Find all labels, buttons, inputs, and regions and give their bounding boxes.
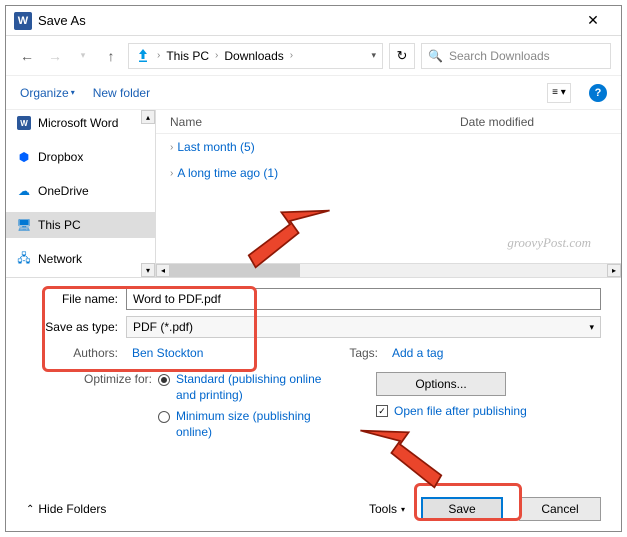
authors-value[interactable]: Ben Stockton: [132, 346, 203, 360]
tags-label: Tags:: [326, 346, 386, 360]
file-name-input[interactable]: [126, 288, 601, 310]
footer: ⌃ Hide Folders Tools ▾ Save Cancel: [6, 487, 621, 531]
refresh-button[interactable]: ↻: [389, 43, 415, 69]
file-list: Name Date modified › Last month (5) › A …: [156, 110, 621, 277]
file-group-last-month[interactable]: › Last month (5): [156, 134, 621, 160]
chevron-down-icon: ▾: [589, 322, 594, 333]
column-date[interactable]: Date modified: [460, 115, 607, 129]
scrollbar-left-button[interactable]: ◂: [156, 264, 170, 277]
chevron-down-icon: ▾: [401, 505, 405, 514]
file-name-label: File name:: [26, 292, 126, 306]
scrollbar-track[interactable]: [170, 264, 607, 277]
scrollbar-up-button[interactable]: ▴: [141, 110, 155, 124]
dropbox-icon: ⬢: [16, 149, 32, 165]
hide-folders-button[interactable]: ⌃ Hide Folders: [26, 502, 106, 516]
authors-label: Authors:: [26, 346, 126, 360]
save-as-dialog: W Save As ✕ ← → ▾ ↑ › This PC › Download…: [5, 5, 622, 532]
breadcrumb-separator-icon: ›: [157, 50, 160, 61]
chevron-right-icon: ›: [170, 142, 173, 153]
breadcrumb-dropdown-icon[interactable]: ▾: [371, 50, 376, 61]
search-input[interactable]: 🔍 Search Downloads: [421, 43, 611, 69]
sidebar-item-thispc[interactable]: 🖥 This PC: [6, 212, 155, 238]
nav-forward-button[interactable]: →: [44, 45, 66, 67]
breadcrumb[interactable]: › This PC › Downloads › ▾: [128, 43, 383, 69]
sidebar-item-word[interactable]: W Microsoft Word: [6, 110, 155, 136]
breadcrumb-separator-icon: ›: [290, 50, 293, 61]
search-icon: 🔍: [428, 49, 443, 63]
form-area: File name: Save as type: PDF (*.pdf) ▾ A…: [6, 278, 621, 450]
column-name[interactable]: Name: [170, 115, 460, 129]
word-icon: W: [14, 12, 32, 30]
chevron-up-icon: ⌃: [26, 504, 34, 515]
optimize-minimum-radio[interactable]: [158, 411, 170, 423]
optimize-standard-radio[interactable]: [158, 374, 170, 386]
optimize-standard-label[interactable]: Standard (publishing online and printing…: [176, 372, 326, 403]
open-after-checkbox[interactable]: ✓: [376, 405, 388, 417]
search-placeholder: Search Downloads: [449, 49, 550, 63]
optimize-label: Optimize for:: [76, 372, 158, 442]
breadcrumb-separator-icon: ›: [215, 50, 218, 61]
breadcrumb-item-thispc[interactable]: This PC: [166, 49, 209, 63]
onedrive-icon: ☁: [16, 183, 32, 199]
save-type-label: Save as type:: [26, 320, 126, 334]
save-button[interactable]: Save: [421, 497, 503, 521]
sidebar-item-onedrive[interactable]: ☁ OneDrive: [6, 178, 155, 204]
tools-dropdown[interactable]: Tools ▾: [369, 502, 405, 516]
close-button[interactable]: ✕: [573, 7, 613, 35]
sidebar-item-dropbox[interactable]: ⬢ Dropbox: [6, 144, 155, 170]
scrollbar-right-button[interactable]: ▸: [607, 264, 621, 277]
cancel-button[interactable]: Cancel: [519, 497, 601, 521]
breadcrumb-item-downloads[interactable]: Downloads: [224, 49, 283, 63]
toolbar: Organize▾ New folder ≡ ▾ ?: [6, 76, 621, 110]
save-type-dropdown[interactable]: PDF (*.pdf) ▾: [126, 316, 601, 338]
new-folder-button[interactable]: New folder: [93, 86, 150, 100]
download-folder-icon: [135, 48, 151, 64]
file-group-long-ago[interactable]: › A long time ago (1): [156, 160, 621, 186]
options-button[interactable]: Options...: [376, 372, 506, 396]
help-button[interactable]: ?: [589, 84, 607, 102]
scrollbar-down-button[interactable]: ▾: [141, 263, 155, 277]
file-list-header: Name Date modified: [156, 110, 621, 134]
nav-bar: ← → ▾ ↑ › This PC › Downloads › ▾ ↻ 🔍 Se…: [6, 36, 621, 76]
nav-up-button[interactable]: ↑: [100, 45, 122, 67]
title-bar: W Save As ✕: [6, 6, 621, 36]
main-area: ▴ W Microsoft Word ⬢ Dropbox ☁ OneDrive …: [6, 110, 621, 278]
dialog-title: Save As: [38, 13, 573, 28]
scrollbar-thumb[interactable]: [170, 264, 300, 277]
chevron-right-icon: ›: [170, 168, 173, 179]
tags-value[interactable]: Add a tag: [392, 346, 443, 360]
horizontal-scrollbar[interactable]: ◂ ▸: [156, 263, 621, 277]
optimize-minimum-label[interactable]: Minimum size (publishing online): [176, 409, 326, 440]
organize-button[interactable]: Organize▾: [20, 86, 75, 100]
sidebar: ▴ W Microsoft Word ⬢ Dropbox ☁ OneDrive …: [6, 110, 156, 277]
sidebar-item-network[interactable]: 🖧 Network: [6, 246, 155, 272]
thispc-icon: 🖥: [16, 217, 32, 233]
network-icon: 🖧: [16, 251, 32, 267]
word-icon: W: [16, 115, 32, 131]
watermark: groovyPost.com: [507, 235, 591, 251]
nav-back-button[interactable]: ←: [16, 45, 38, 67]
view-options-button[interactable]: ≡ ▾: [547, 83, 571, 103]
nav-history-dropdown[interactable]: ▾: [72, 45, 94, 67]
open-after-label[interactable]: Open file after publishing: [394, 404, 527, 418]
